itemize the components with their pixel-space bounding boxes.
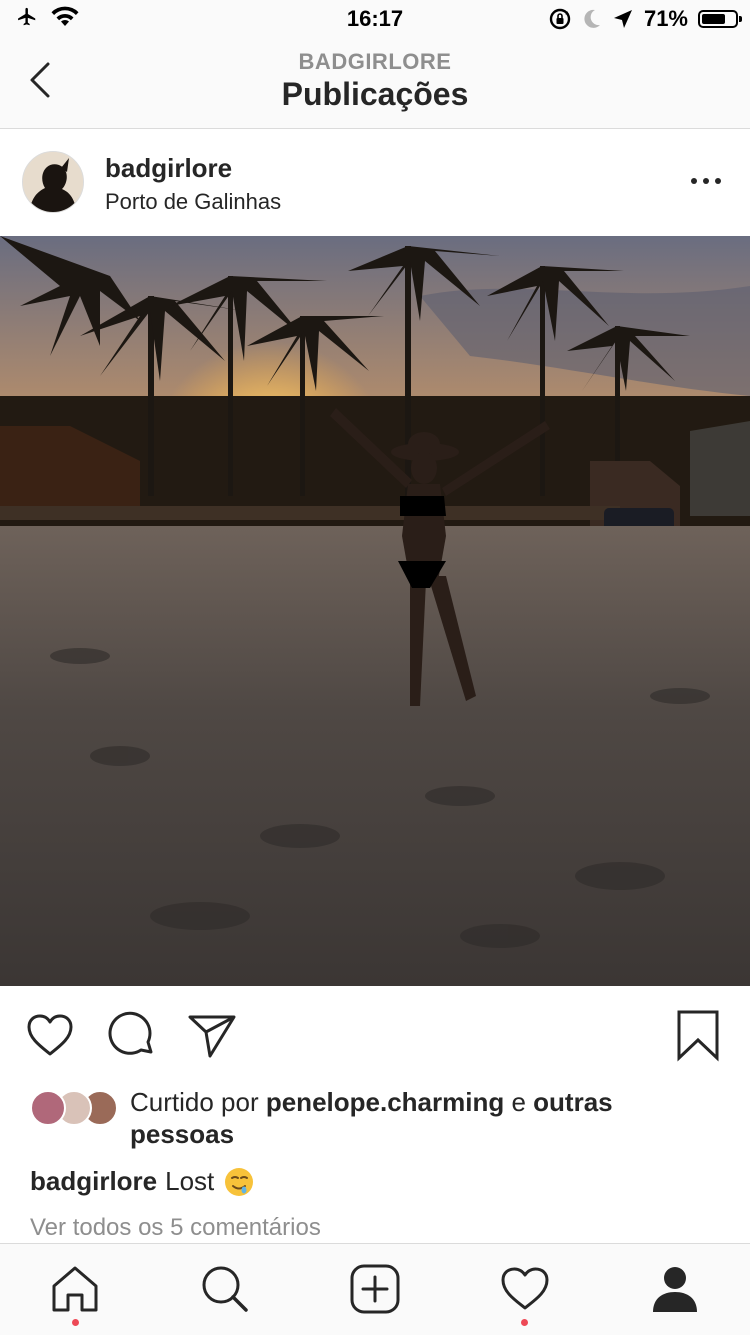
status-bar: 16:17 71% [0,0,750,40]
tab-new-post[interactable] [348,1262,402,1316]
post-header: badgirlore Porto de Galinhas [0,129,750,235]
save-button[interactable] [670,1008,726,1064]
view-all-comments-link[interactable]: Ver todos os 5 comentários [30,1214,321,1242]
liker-username[interactable]: penelope.charming [266,1087,504,1117]
search-icon [202,1266,248,1312]
post-caption: badgirlore Lost [30,1166,254,1197]
header-username: BADGIRLORE [298,49,452,74]
tab-search[interactable] [198,1262,252,1316]
tab-activity[interactable] [498,1262,552,1316]
bottom-tab-bar [0,1243,750,1335]
location-arrow-icon [613,10,632,28]
notification-dot [521,1319,528,1326]
caption-username[interactable]: badgirlore [30,1166,157,1197]
moon-icon [584,9,600,28]
comment-button[interactable] [104,1008,160,1064]
more-options-button[interactable] [686,169,726,193]
likes-text: Curtido por penelope.charming e outras p… [130,1086,720,1150]
battery-level [702,14,725,24]
send-icon [188,1015,236,1058]
likes-connector: e [504,1087,534,1117]
bookmark-icon [677,1010,719,1062]
likes-prefix: Curtido por [130,1087,266,1117]
post-username[interactable]: badgirlore [105,153,232,184]
drooling-face-emoji-icon [225,1167,254,1196]
page-title: Publicações [281,76,469,112]
post-action-bar [0,990,750,1080]
share-button[interactable] [184,1008,240,1064]
new-post-icon [350,1264,400,1314]
tab-profile[interactable] [648,1262,702,1316]
home-icon [52,1266,98,1312]
activity-heart-icon [501,1267,549,1310]
post-location[interactable]: Porto de Galinhas [105,189,281,215]
battery-percent: 71% [643,6,688,31]
notification-dot [72,1319,79,1326]
avatar[interactable] [22,151,84,213]
rotation-lock-icon [549,8,571,30]
navigation-header: BADGIRLORE Publicações [0,40,750,129]
battery-icon [698,10,742,28]
heart-icon [27,1014,73,1056]
caption-text: Lost [165,1166,215,1196]
profile-icon [653,1267,697,1312]
post-photo[interactable] [0,236,750,986]
like-button[interactable] [22,1008,78,1064]
more-horizontal-icon [691,178,721,184]
liker-avatars [30,1090,120,1126]
liker-avatar [30,1090,66,1126]
comment-icon [108,1011,153,1055]
tab-home[interactable] [48,1262,102,1316]
